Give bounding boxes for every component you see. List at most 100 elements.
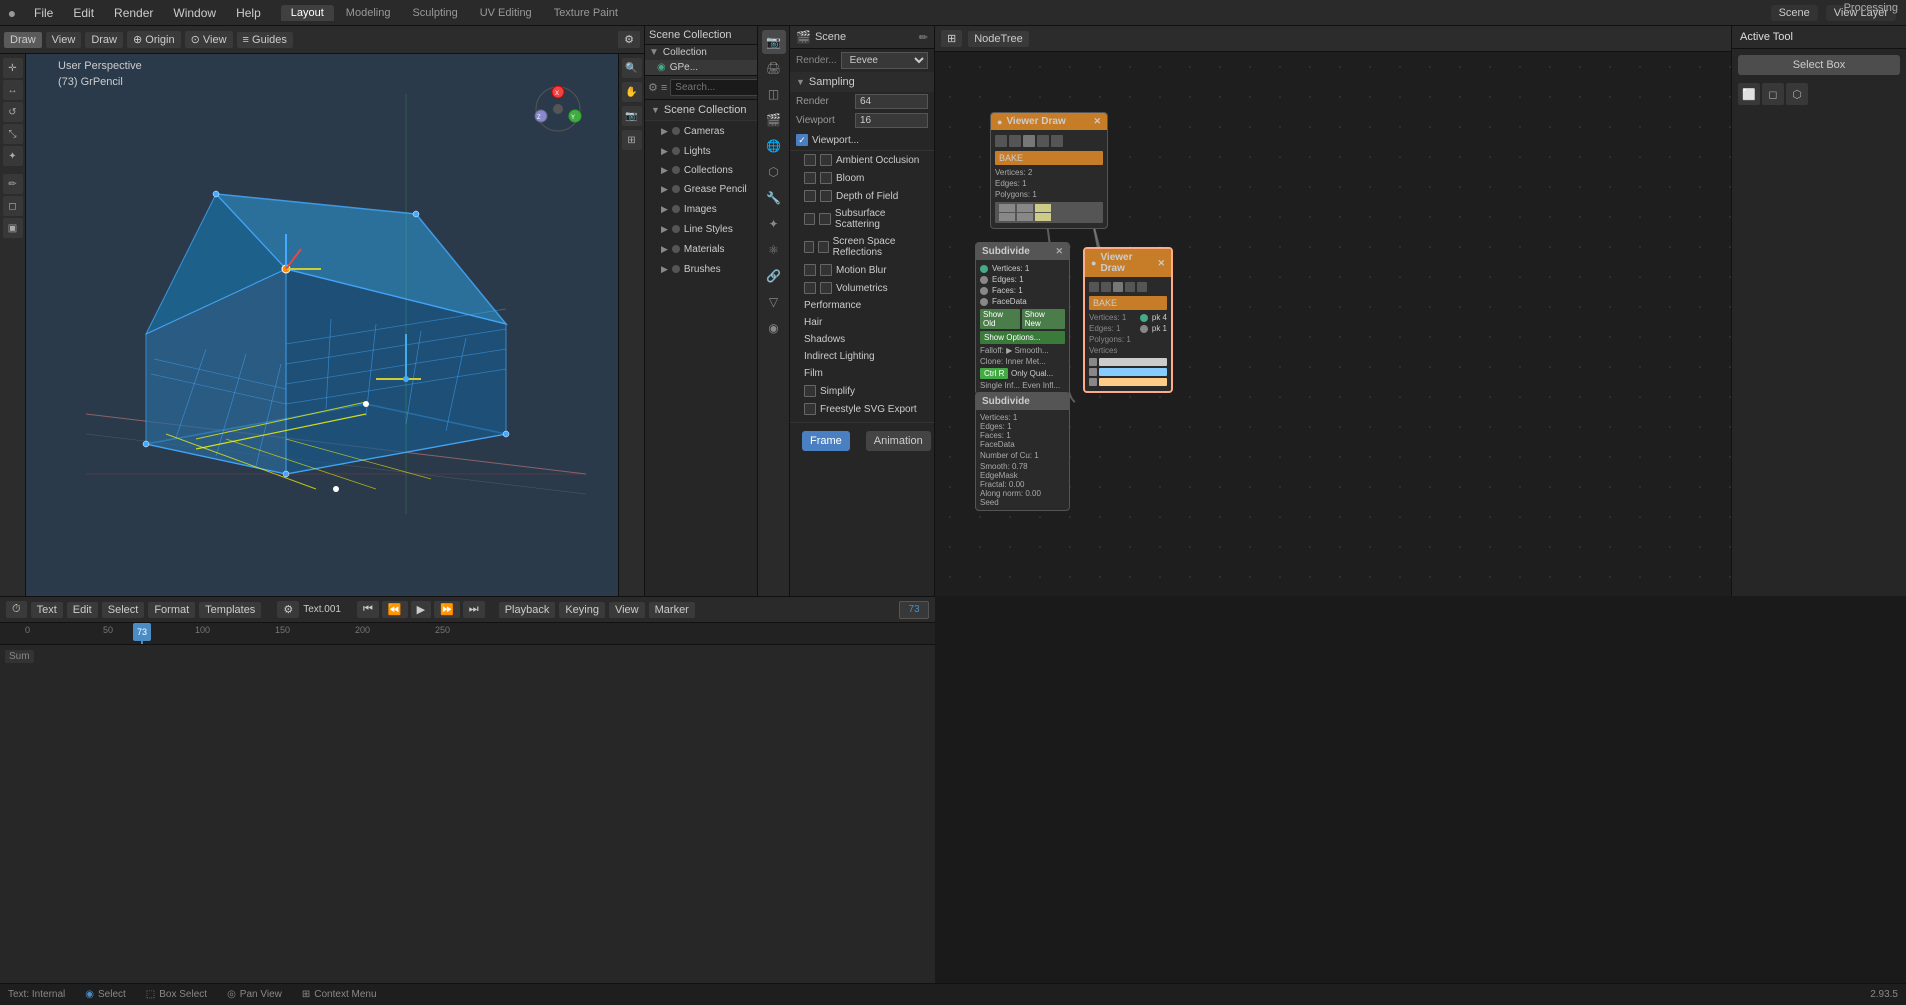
navigation-gizmo[interactable]: X Y Z xyxy=(533,84,583,134)
dof-item[interactable]: Depth of Field xyxy=(790,187,934,205)
marker-menu[interactable]: Marker xyxy=(649,602,695,618)
v1-icon2[interactable] xyxy=(1009,135,1021,147)
viewer2-close[interactable]: ✕ xyxy=(1157,258,1165,269)
ssr-checkbox[interactable] xyxy=(804,241,814,253)
particles-icon[interactable]: ✦ xyxy=(762,212,786,236)
current-frame-display[interactable]: 73 xyxy=(899,601,929,619)
v1-icon3[interactable] xyxy=(1023,135,1035,147)
subsurface-item[interactable]: Subsurface Scattering xyxy=(790,205,934,233)
viewport-denoising-checkbox[interactable]: ✓ xyxy=(796,134,808,146)
text-editor-mode[interactable]: Text xyxy=(31,602,63,618)
film-item[interactable]: Film xyxy=(790,365,934,382)
select-box-button[interactable]: Select Box xyxy=(1738,55,1900,75)
simplify-checkbox[interactable] xyxy=(804,385,816,397)
render-value[interactable] xyxy=(855,94,928,109)
v2-socket-e[interactable] xyxy=(1140,325,1148,333)
world-props-icon[interactable]: 🌐 xyxy=(762,134,786,158)
workspace-uvediting[interactable]: UV Editing xyxy=(470,5,542,21)
guides-btn[interactable]: ≡ Guides xyxy=(237,32,293,48)
keying-menu[interactable]: Keying xyxy=(559,602,605,618)
cursor-tool[interactable]: ✛ xyxy=(3,58,23,78)
socket-fd1[interactable] xyxy=(980,298,988,306)
view-layer-icon[interactable]: ◫ xyxy=(762,82,786,106)
draw-mode-btn[interactable]: Draw xyxy=(4,32,42,48)
constraints-icon[interactable]: 🔗 xyxy=(762,264,786,288)
v1-icon1[interactable] xyxy=(995,135,1007,147)
menu-edit[interactable]: Edit xyxy=(63,0,104,25)
show-new-btn[interactable]: Show New xyxy=(1022,309,1065,329)
sync-btn[interactable]: ⚙ xyxy=(277,601,299,618)
workspace-modeling[interactable]: Modeling xyxy=(336,5,401,21)
socket-v1[interactable] xyxy=(980,265,988,273)
fill-tool[interactable]: ▣ xyxy=(3,218,23,238)
viewer1-close[interactable]: ✕ xyxy=(1093,116,1101,127)
subdivide-close[interactable]: ✕ xyxy=(1055,246,1063,257)
socket-e1[interactable] xyxy=(980,276,988,284)
simplify-item[interactable]: Simplify xyxy=(790,382,934,400)
origin-btn[interactable]: ⊕ Origin xyxy=(127,31,181,48)
performance-item[interactable]: Performance xyxy=(790,297,934,314)
3d-object[interactable] xyxy=(86,94,586,514)
bake-btn2[interactable]: BAKE xyxy=(1089,296,1167,310)
workspace-sculpting[interactable]: Sculpting xyxy=(402,5,467,21)
draw-btn2[interactable]: Draw xyxy=(85,32,123,48)
prev-frame-btn[interactable]: ⏪ xyxy=(382,601,408,618)
material-icon[interactable]: ◉ xyxy=(762,316,786,340)
show-old-btn[interactable]: Show Old xyxy=(980,309,1020,329)
render-engine-select[interactable]: Eevee Cycles Workbench xyxy=(841,52,928,69)
physics-icon[interactable]: ⚛ xyxy=(762,238,786,262)
timeline-type-btn[interactable]: ⏱ xyxy=(6,601,27,618)
motionblur-item[interactable]: Motion Blur xyxy=(790,261,934,279)
ssr-vp-checkbox[interactable] xyxy=(818,241,828,253)
data-icon[interactable]: ▽ xyxy=(762,290,786,314)
viewport-value[interactable] xyxy=(855,113,928,128)
scale-tool[interactable]: ⤡ xyxy=(3,124,23,144)
rotate-tool[interactable]: ↺ xyxy=(3,102,23,122)
next-frame-btn[interactable]: ⏩ xyxy=(434,601,460,618)
scene-props-icon[interactable]: 🎬 xyxy=(762,108,786,132)
transform-tool[interactable]: ✦ xyxy=(3,146,23,166)
tool-icon-2[interactable]: ◻ xyxy=(1762,83,1784,105)
node-editor-mode[interactable]: ⊞ xyxy=(941,30,962,47)
menu-help[interactable]: Help xyxy=(226,0,271,25)
bloom-item[interactable]: Bloom xyxy=(790,169,934,187)
node-editor-type[interactable]: NodeTree xyxy=(968,31,1029,47)
volumetrics-item[interactable]: Volumetrics xyxy=(790,279,934,297)
subdivide-node[interactable]: Subdivide ✕ Vertices: 1 Edges: 1 Faces: … xyxy=(975,242,1070,395)
format-menu[interactable]: Format xyxy=(148,602,195,618)
grid-tool[interactable]: ⊞ xyxy=(622,130,642,150)
vol-vp-checkbox[interactable] xyxy=(820,282,832,294)
viewer-draw-node-1[interactable]: ● Viewer Draw ✕ BAKE Vertices: 2 Edges: … xyxy=(990,112,1108,229)
hair-item[interactable]: Hair xyxy=(790,314,934,331)
pan-tool[interactable]: ✋ xyxy=(622,82,642,102)
view-btn[interactable]: View xyxy=(46,32,82,48)
sort-icon[interactable]: ≡ xyxy=(661,80,667,96)
tool-icon-3[interactable]: ⬡ xyxy=(1786,83,1808,105)
freestyle-item[interactable]: Freestyle SVG Export xyxy=(790,400,934,418)
animation-button[interactable]: Animation xyxy=(866,431,931,451)
freestyle-checkbox[interactable] xyxy=(804,403,816,415)
view-btn2[interactable]: ⊙ View xyxy=(185,31,233,48)
scene-name[interactable]: Scene xyxy=(1771,5,1818,21)
mb-checkbox[interactable] xyxy=(804,264,816,276)
zoom-tool[interactable]: 🔍 xyxy=(622,58,642,78)
menu-window[interactable]: Window xyxy=(163,0,226,25)
erase-tool[interactable]: ◻ xyxy=(3,196,23,216)
bloom-vp-checkbox[interactable] xyxy=(820,172,832,184)
filter-icon[interactable]: ⚙ xyxy=(648,80,658,96)
move-tool[interactable]: ↔ xyxy=(3,80,23,100)
viewport-canvas[interactable]: User Perspective (73) GrPencil xyxy=(26,54,618,596)
workspace-texturepaint[interactable]: Texture Paint xyxy=(544,5,628,21)
play-btn[interactable]: ▶ xyxy=(411,601,431,618)
v2-socket-v[interactable] xyxy=(1140,314,1148,322)
ao-viewport-checkbox[interactable] xyxy=(820,154,832,166)
output-props-icon[interactable]: 🖨 xyxy=(762,56,786,80)
bake-btn[interactable]: BAKE xyxy=(995,151,1103,165)
bloom-checkbox[interactable] xyxy=(804,172,816,184)
blender-logo[interactable]: ● xyxy=(0,1,24,25)
subsurface-checkbox[interactable] xyxy=(804,213,815,225)
subsurface-vp-checkbox[interactable] xyxy=(819,213,830,225)
mb-vp-checkbox[interactable] xyxy=(820,264,832,276)
modifier-icon[interactable]: 🔧 xyxy=(762,186,786,210)
socket-f1[interactable] xyxy=(980,287,988,295)
